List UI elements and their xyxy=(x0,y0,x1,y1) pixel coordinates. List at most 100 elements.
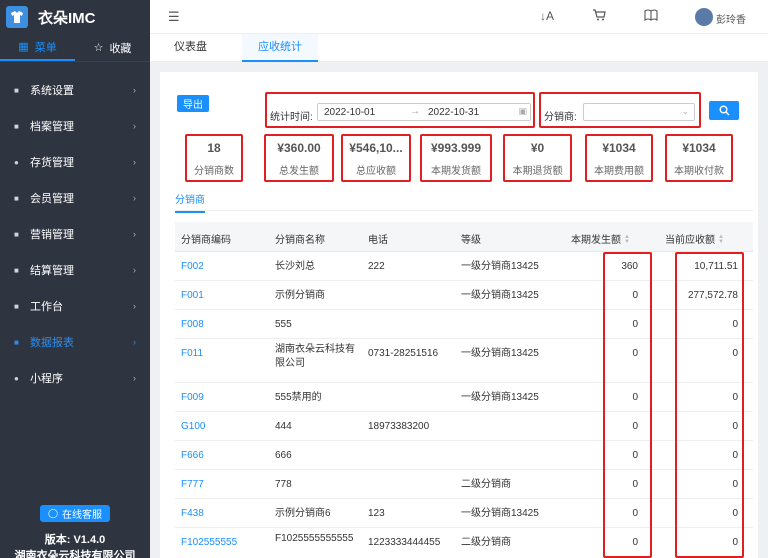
report-icon: ■ xyxy=(14,337,19,347)
sidebar-item-inventory[interactable]: ● 存货管理 › xyxy=(0,144,150,180)
sidebar-item-system-settings[interactable]: ■ 系统设置 › xyxy=(0,72,150,108)
stat-payment-amount: ¥1034 本期收付款 xyxy=(665,134,733,182)
cell-code[interactable]: F777 xyxy=(181,478,204,492)
tab-favorites-label: 收藏 xyxy=(109,42,132,55)
cell-phone: 123 xyxy=(368,508,385,519)
col-header-amount[interactable]: 本期发生额 ▲ ▼ xyxy=(571,231,630,246)
table-row[interactable]: F438 示例分销商6 123 一级分销商13425 0 0 xyxy=(175,499,753,528)
username[interactable]: 彭玲香 xyxy=(716,11,746,26)
table-row[interactable]: G100 444 18973383200 0 0 xyxy=(175,412,753,441)
cell-code[interactable]: F666 xyxy=(181,449,204,463)
date-range-picker[interactable]: 2022-10-01 → 2022-10-31 ▣ xyxy=(317,103,531,121)
company-label: 湖南衣朵云科技有限公司 xyxy=(14,550,136,558)
table-row[interactable]: F777 778 二级分销商 0 0 xyxy=(175,470,753,499)
distributor-filter: 分销商: ⌄ xyxy=(539,92,701,128)
stat-value: ¥1034 xyxy=(682,141,716,155)
table-row[interactable]: F666 666 0 0 xyxy=(175,441,753,470)
stat-total-receivable: ¥546,10... 总应收额 xyxy=(341,134,411,182)
chevron-right-icon: › xyxy=(133,85,136,95)
tab-favorites[interactable]: ☆ 收藏 xyxy=(75,34,150,61)
date-filter: 统计时间: 2022-10-01 → 2022-10-31 ▣ xyxy=(265,92,535,128)
tab-menu-label: 菜单 xyxy=(34,41,57,54)
sidebar-item-settlement[interactable]: ■ 结算管理 › xyxy=(0,252,150,288)
app-title: 衣朵IMC xyxy=(38,9,96,27)
stat-label: 本期发货额 xyxy=(431,166,481,177)
sidebar-item-label: 会员管理 xyxy=(30,193,74,205)
page-tabs: 仪表盘 应收统计 xyxy=(150,34,768,62)
stat-value: ¥360.00 xyxy=(277,141,321,155)
cell-name: 长沙刘总 xyxy=(275,261,315,272)
cell-code[interactable]: F002 xyxy=(181,260,204,274)
sidebar-item-archives[interactable]: ■ 档案管理 › xyxy=(0,108,150,144)
tab-menu[interactable]: ▦ 菜单 xyxy=(0,34,75,61)
tab-dashboard[interactable]: 仪表盘 xyxy=(158,34,223,62)
stat-label: 本期退货额 xyxy=(512,166,563,177)
sidebar-item-label: 系统设置 xyxy=(30,85,74,97)
cell-code[interactable]: G100 xyxy=(181,420,205,434)
cell-level: 一级分销商13425 xyxy=(461,508,539,519)
table-row[interactable]: F008 555 0 0 xyxy=(175,310,753,339)
calendar-icon: ▣ xyxy=(518,106,527,116)
online-service-button[interactable]: ◯ 在线客服 xyxy=(40,505,110,522)
cell-code[interactable]: F008 xyxy=(181,318,204,332)
book-icon[interactable] xyxy=(644,9,658,24)
cart-icon[interactable] xyxy=(592,9,606,24)
collapse-menu-icon[interactable]: ☰ xyxy=(168,9,180,25)
sort-icon[interactable]: ▲ ▼ xyxy=(624,234,630,245)
sort-icon[interactable]: ↓A xyxy=(540,9,554,23)
table-row[interactable]: F001 示例分销商 一级分销商13425 0 277,572.78 xyxy=(175,281,753,310)
stat-label: 分销商数 xyxy=(194,166,234,177)
inventory-icon: ● xyxy=(14,157,19,167)
version-label: 版本: V1.4.0 xyxy=(44,534,106,546)
cell-level: 二级分销商 xyxy=(461,537,511,548)
chat-icon: ◯ xyxy=(47,508,59,518)
sidebar-item-reports[interactable]: ■ 数据报表 › xyxy=(0,324,150,360)
stat-return-amount: ¥0 本期退货额 xyxy=(503,134,572,182)
sidebar-item-label: 工作台 xyxy=(30,301,63,313)
avatar[interactable] xyxy=(695,8,713,26)
arrow-right-icon: → xyxy=(410,106,420,117)
cell-code[interactable]: F102555555 xyxy=(181,536,237,550)
sidebar-item-members[interactable]: ■ 会员管理 › xyxy=(0,180,150,216)
cell-name: 555 xyxy=(275,319,292,330)
cell-code[interactable]: F438 xyxy=(181,507,204,521)
logo-row: 衣朵IMC xyxy=(0,0,150,34)
cell-name: 湖南衣朵云科技有限公司 xyxy=(275,344,355,369)
cell-code[interactable]: F009 xyxy=(181,391,204,405)
sidebar-item-label: 小程序 xyxy=(30,373,63,385)
sidebar-item-marketing[interactable]: ■ 营销管理 › xyxy=(0,216,150,252)
archive-icon: ■ xyxy=(14,121,19,131)
col-header-name: 分销商名称 xyxy=(275,235,325,246)
sidebar-menu: ■ 系统设置 › ■ 档案管理 › ● 存货管理 › ■ 会员管理 › ■ 营销管理 › ■ 结算管理… xyxy=(0,72,150,396)
sidebar-item-miniprogram[interactable]: ● 小程序 › xyxy=(0,360,150,396)
cell-phone: 222 xyxy=(368,261,385,272)
content-area: 导出 统计时间: 2022-10-01 → 2022-10-31 ▣ 分销商: … xyxy=(150,62,768,558)
topbar: ☰ ↓A 彭玲香 xyxy=(150,0,768,34)
cell-name: F1025555555555 xyxy=(275,533,354,544)
table-body: F002 长沙刘总 222 一级分销商13425 360 10,711.51 F001 示例分… xyxy=(175,252,753,558)
settlement-icon: ■ xyxy=(14,265,19,275)
sidebar-item-workbench[interactable]: ■ 工作台 › xyxy=(0,288,150,324)
table-header: 分销商编码 分销商名称 电话 等级 本期发生额 ▲ ▼ 当前应收额 ▲ ▼ xyxy=(175,222,753,252)
table-row[interactable]: F102555555 F1025555555555 1223333444455 二级分… xyxy=(175,528,753,558)
table-row[interactable]: F009 555禁用的 一级分销商13425 0 0 xyxy=(175,383,753,412)
tab-receivable-stats[interactable]: 应收统计 xyxy=(242,34,318,62)
table-row[interactable]: F011 湖南衣朵云科技有限公司 0731-28251516 一级分销商13425 0 0 xyxy=(175,339,753,383)
sidebar-item-label: 存货管理 xyxy=(30,157,74,169)
table-row[interactable]: F002 长沙刘总 222 一级分销商13425 360 10,711.51 xyxy=(175,252,753,281)
cell-code[interactable]: F011 xyxy=(181,347,203,361)
miniprogram-icon: ● xyxy=(14,373,19,383)
chevron-right-icon: › xyxy=(133,373,136,383)
search-button[interactable] xyxy=(709,101,739,120)
sidebar: 衣朵IMC ▦ 菜单 ☆ 收藏 ■ 系统设置 › ■ 档案管理 › ● 存货管理 › ■ 会员… xyxy=(0,0,150,558)
distributor-select[interactable]: ⌄ xyxy=(583,103,695,121)
cell-name: 666 xyxy=(275,450,292,461)
logo-icon xyxy=(6,6,28,28)
stat-value: ¥1034 xyxy=(602,141,636,155)
col-header-receivable[interactable]: 当前应收额 ▲ ▼ xyxy=(665,231,724,246)
cell-code[interactable]: F001 xyxy=(181,289,204,303)
date-filter-label: 统计时间: xyxy=(270,112,313,123)
sort-icon[interactable]: ▲ ▼ xyxy=(718,234,724,245)
cell-name: 示例分销商6 xyxy=(275,508,331,519)
export-button[interactable]: 导出 xyxy=(177,95,209,112)
